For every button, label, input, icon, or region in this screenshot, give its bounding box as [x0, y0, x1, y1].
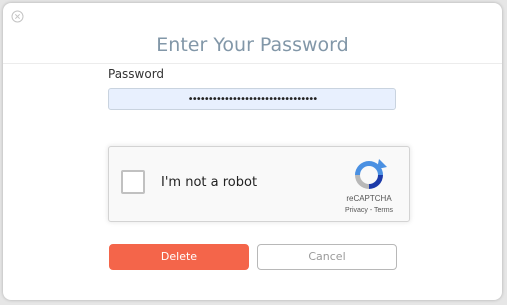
recaptcha-widget: I'm not a robot reCAPTCHA Privacy - Term… [108, 146, 410, 222]
dialog-title: Enter Your Password [156, 34, 349, 56]
password-label: Password [108, 67, 165, 81]
recaptcha-terms-link[interactable]: Terms [374, 207, 393, 214]
delete-button[interactable]: Delete [109, 244, 249, 270]
header-divider [3, 63, 502, 64]
password-field[interactable] [108, 88, 396, 110]
recaptcha-checkbox[interactable] [121, 170, 145, 194]
cancel-button[interactable]: Cancel [257, 244, 397, 270]
close-icon[interactable] [11, 10, 24, 23]
password-dialog: Enter Your Password Password I'm not a r… [3, 3, 502, 300]
recaptcha-brand: reCAPTCHA [346, 194, 392, 203]
recaptcha-logo-icon [355, 159, 387, 189]
recaptcha-label: I'm not a robot [161, 175, 258, 190]
recaptcha-links: Privacy - Terms [331, 207, 407, 214]
recaptcha-privacy-link[interactable]: Privacy [345, 207, 368, 214]
